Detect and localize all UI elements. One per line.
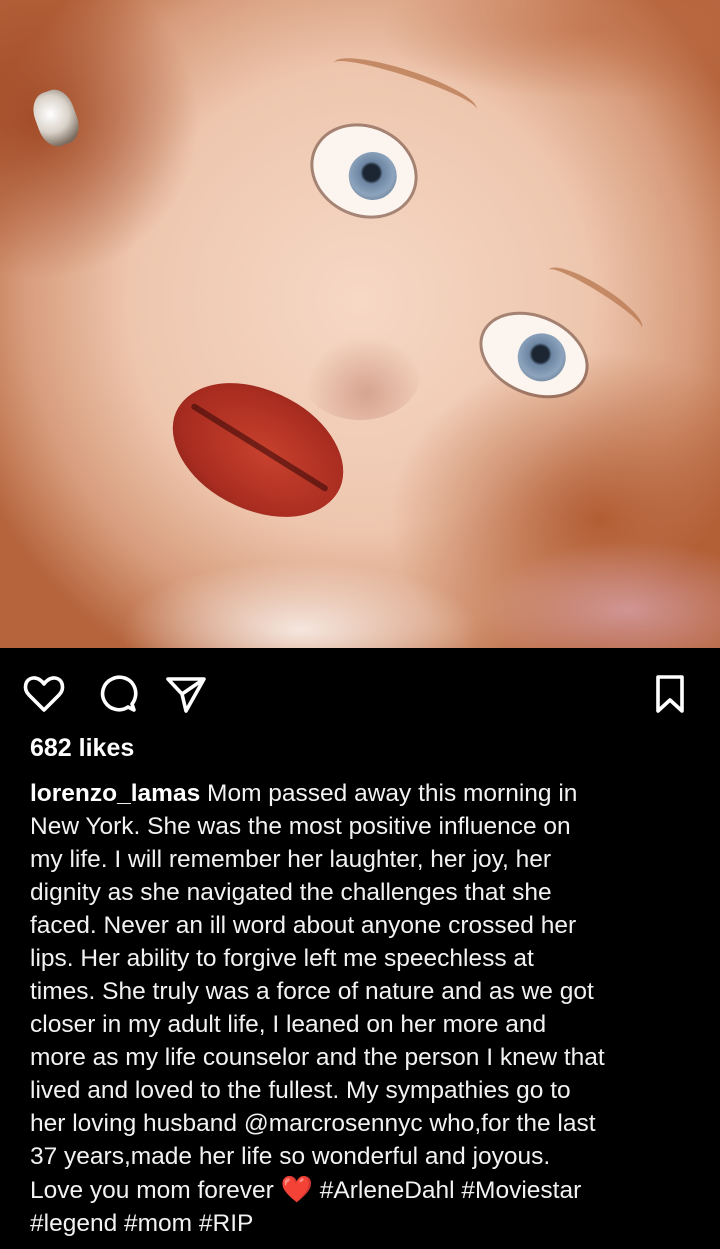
caption-line: Love you mom forever ❤️ #ArleneDahl #Mov… — [30, 1173, 710, 1207]
photo-cloth — [480, 540, 720, 648]
caption-line: #legend #mom #RIP — [30, 1207, 710, 1240]
username-link[interactable]: lorenzo_lamas — [30, 780, 200, 807]
instagram-post: 682 likes lorenzo_lamas Mom passed away … — [0, 0, 720, 1249]
caption-line: dignity as she navigated the challenges … — [30, 879, 552, 906]
caption-line: more as my life counselor and the person… — [30, 1044, 605, 1071]
heart-outline-icon[interactable] — [20, 670, 68, 718]
caption-text: Mom passed away this morning in — [207, 780, 578, 807]
caption-text: Love you mom forever — [30, 1177, 274, 1204]
caption-line: faced. Never an ill word about anyone cr… — [30, 912, 577, 939]
bookmark-icon[interactable] — [646, 670, 694, 718]
mention-link[interactable]: @marcrosennyc — [244, 1110, 423, 1137]
photo-fur — [120, 560, 480, 648]
caption-line: times. She truly was a force of nature a… — [30, 978, 594, 1005]
photo-nose — [300, 330, 420, 420]
caption-line: lorenzo_lamas Mom passed away this morni… — [30, 777, 710, 810]
photo-earring — [27, 84, 85, 152]
caption-line: 37 years,made her life so wonderful and … — [30, 1143, 551, 1170]
caption-text: who,for the last — [422, 1110, 596, 1137]
hashtag-link[interactable]: #Moviestar — [461, 1177, 581, 1204]
post-action-bar — [0, 664, 720, 724]
hashtag-link[interactable]: #ArleneDahl — [320, 1177, 455, 1204]
caption-line: lips. Her ability to forgive left me spe… — [30, 945, 534, 972]
likes-count[interactable]: 682 likes — [30, 734, 134, 763]
post-photo[interactable] — [0, 0, 720, 648]
paper-plane-icon[interactable] — [162, 670, 210, 718]
caption-line: lived and loved to the fullest. My sympa… — [30, 1077, 571, 1104]
photo-eye-right — [469, 299, 599, 411]
caption-line: my life. I will remember her laughter, h… — [30, 846, 552, 873]
caption-text: her loving husband — [30, 1110, 244, 1137]
caption-line: New York. She was the most positive infl… — [30, 813, 571, 840]
photo-eye-left — [299, 110, 429, 232]
comment-bubble-icon[interactable] — [94, 670, 142, 718]
hashtag-link[interactable]: #mom — [124, 1210, 192, 1237]
caption-line: closer in my adult life, I leaned on her… — [30, 1011, 547, 1038]
hashtag-link[interactable]: #legend — [30, 1210, 117, 1237]
post-caption: lorenzo_lamas Mom passed away this morni… — [30, 777, 710, 1240]
caption-line: her loving husband @marcrosennyc who,for… — [30, 1107, 710, 1140]
heart-emoji-icon: ❤️ — [280, 1174, 313, 1204]
hashtag-link[interactable]: #RIP — [199, 1210, 253, 1237]
